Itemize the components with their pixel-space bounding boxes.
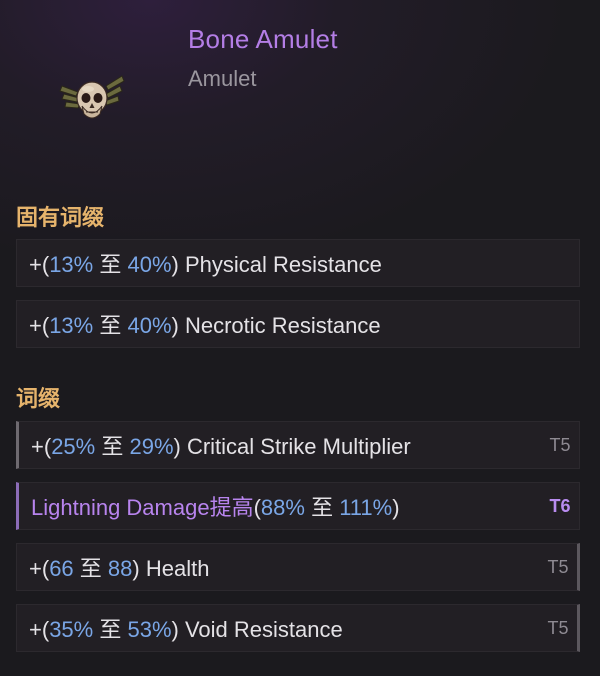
affix-section-title: 词缀: [16, 386, 61, 411]
tier-badge: T5: [549, 434, 571, 455]
affix-text: +(25% 至 29%) Critical Strike Multiplier: [31, 434, 411, 459]
tier-badge: T5: [547, 556, 569, 577]
affix-row-lightning-damage: Lightning Damage提高(88% 至 111%) T6: [16, 482, 580, 530]
item-type: Amulet: [188, 66, 257, 91]
affix-text: +(13% 至 40%) Necrotic Resistance: [29, 313, 381, 338]
affix-row-health: +(66 至 88) Health T5: [16, 543, 580, 591]
affix-text: +(13% 至 40%) Physical Resistance: [29, 252, 382, 277]
implicit-section-title: 固有词缀: [16, 205, 105, 230]
tier-badge: T6: [549, 495, 571, 516]
implicit-row-physical-resistance: +(13% 至 40%) Physical Resistance: [16, 239, 580, 287]
affix-text: +(35% 至 53%) Void Resistance: [29, 617, 343, 642]
affix-row-critical-strike-multiplier: +(25% 至 29%) Critical Strike Multiplier …: [16, 421, 580, 469]
implicit-row-necrotic-resistance: +(13% 至 40%) Necrotic Resistance: [16, 300, 580, 348]
affix-text: Lightning Damage提高(88% 至 111%): [31, 495, 400, 520]
tier-badge: T5: [547, 617, 569, 638]
item-tooltip: Bone Amulet Amulet 固有词缀 +(13% 至 40%) Phy…: [0, 0, 600, 676]
affix-text: +(66 至 88) Health: [29, 556, 210, 581]
item-name: Bone Amulet: [188, 24, 338, 54]
skull-amulet-icon: [59, 75, 125, 119]
affix-row-void-resistance: +(35% 至 53%) Void Resistance T5: [16, 604, 580, 652]
tooltip-header: Bone Amulet Amulet: [0, 0, 600, 180]
